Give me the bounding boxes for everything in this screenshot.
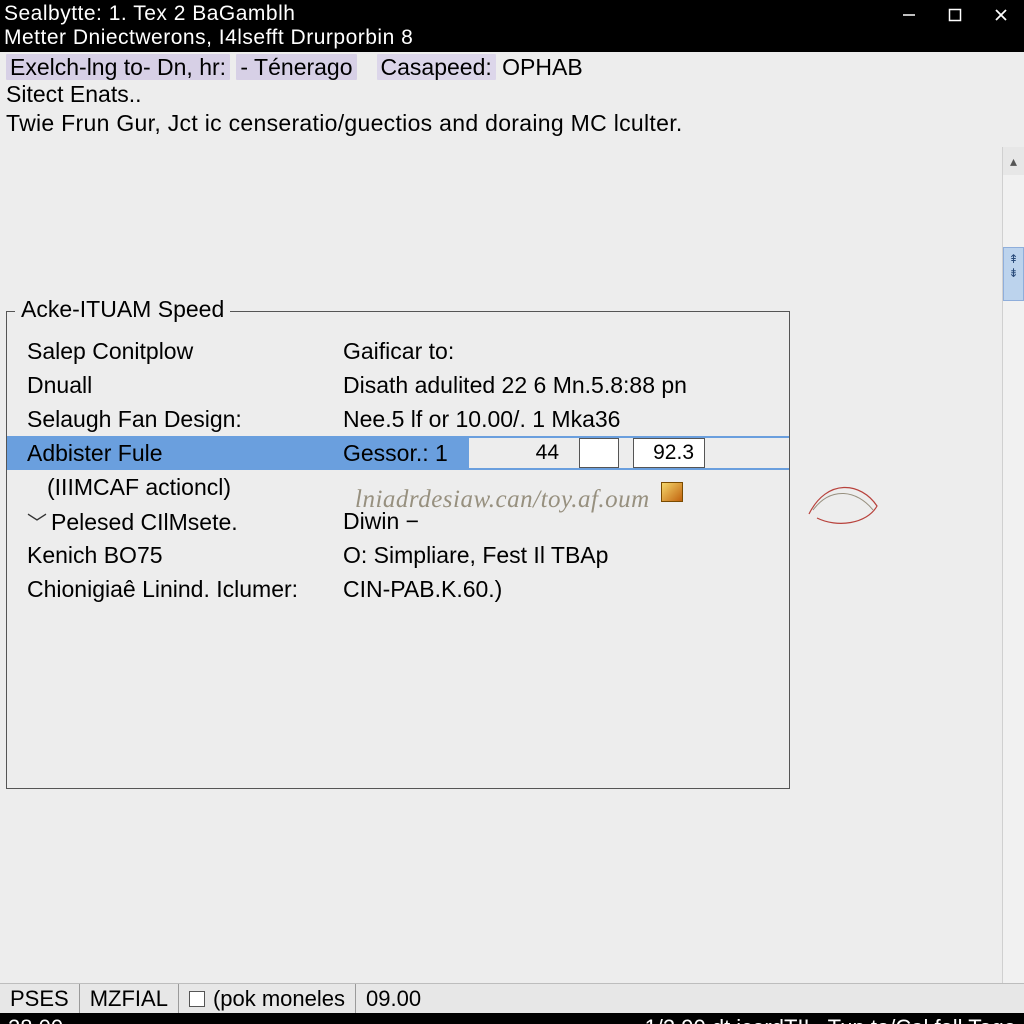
status-seg-mzfial[interactable]: MZFIAL xyxy=(80,984,179,1013)
title-line1: Sealbytte: 1. Tex 2 BaGamblh xyxy=(4,2,413,26)
row-iimcaf: (IIIMCAF actioncl) xyxy=(7,470,789,504)
group-ituam-speed: Acke-ITUAM Speed Salep Conitplow Gaifica… xyxy=(6,311,790,789)
body: ⋮ Acke-ITUAM Speed Salep Conitplow Gaifi… xyxy=(0,147,1024,1024)
vertical-scrollbar[interactable]: ▴ ⇞ ⇟ ▾ xyxy=(1002,147,1024,1024)
field-casapeed-value[interactable]: OPHAB xyxy=(502,54,583,80)
group-legend: Acke-ITUAM Speed xyxy=(15,296,230,323)
row-pelesed[interactable]: ﹀Pelesed CIlMsete. Diwin − xyxy=(7,504,789,538)
row-kenich[interactable]: Kenich BO75 O: Simpliare, Fest Il TBAp xyxy=(7,538,789,572)
row-adbister-selected[interactable]: Adbister Fule Gessor.: 1 44 92.3 xyxy=(7,436,789,470)
status2-left: 28.00 xyxy=(8,1015,63,1024)
field-exelch-label: Exelch-lng to- Dn, hr: xyxy=(6,54,230,80)
toolbar: Exelch-lng to- Dn, hr: - Ténerago Casape… xyxy=(0,52,1024,81)
gessor-label: Gessor.: 1 xyxy=(343,440,455,467)
titlebar: Sealbytte: 1. Tex 2 BaGamblh Metter Dnie… xyxy=(0,0,1024,52)
watermark-flourish-icon xyxy=(807,484,881,528)
status2-right[interactable]: Tup to/Cal foll Toge xyxy=(828,1015,1016,1024)
gessor-mid-input[interactable] xyxy=(579,438,619,468)
scroll-gadget[interactable]: ⇞ ⇟ xyxy=(1003,247,1024,301)
gessor-mid-value: 44 xyxy=(475,441,565,465)
field-casapeed-label: Casapeed: xyxy=(377,54,496,80)
title-line2: Metter Dniectwerons, I4lsefft Drurpоrbin… xyxy=(4,26,413,50)
checkbox-icon[interactable] xyxy=(189,991,205,1007)
scroll-track[interactable]: ⇞ ⇟ xyxy=(1003,175,1024,1019)
gessor-box-input[interactable]: 92.3 xyxy=(633,438,705,468)
status-seg-value: 09.00 xyxy=(356,984,431,1013)
row-chionigia[interactable]: Chionigiaê Linind. Iclumer: CIN-PAB.K.60… xyxy=(7,572,789,606)
maximize-button[interactable] xyxy=(932,0,978,30)
field-exelch-value[interactable]: - Ténerago xyxy=(236,54,356,80)
close-button[interactable] xyxy=(978,0,1024,30)
status-seg-pses[interactable]: PSES xyxy=(0,984,80,1013)
status-seg-pokmoneles[interactable]: (pok moneles xyxy=(179,984,356,1013)
chevron-down-icon[interactable]: ﹀ xyxy=(27,513,47,535)
note-text: Twie Frun Gur, Jct ic censeratio/guectio… xyxy=(0,108,1024,147)
minimize-button[interactable] xyxy=(886,0,932,30)
status2-mid: 1/2.90 dt.icerdTI! xyxy=(645,1015,810,1024)
statusbar-upper: PSES MZFIAL (pok moneles 09.00 xyxy=(0,983,1024,1013)
row-salep[interactable]: Salep Conitplow Gaificar to: xyxy=(7,334,789,368)
row-selaugh[interactable]: Selaugh Fan Design: Nee.5 lf or 10.00/. … xyxy=(7,402,789,436)
subline[interactable]: Sitect Enats.. xyxy=(0,81,1024,108)
statusbar-lower: 28.00 1/2.90 dt.icerdTI! Tup to/Cal foll… xyxy=(0,1013,1024,1024)
scroll-up-icon[interactable]: ▴ xyxy=(1003,147,1024,175)
row-dnuall[interactable]: Dnuall Disath adulited 22 6 Mn.5.8:88 pn xyxy=(7,368,789,402)
